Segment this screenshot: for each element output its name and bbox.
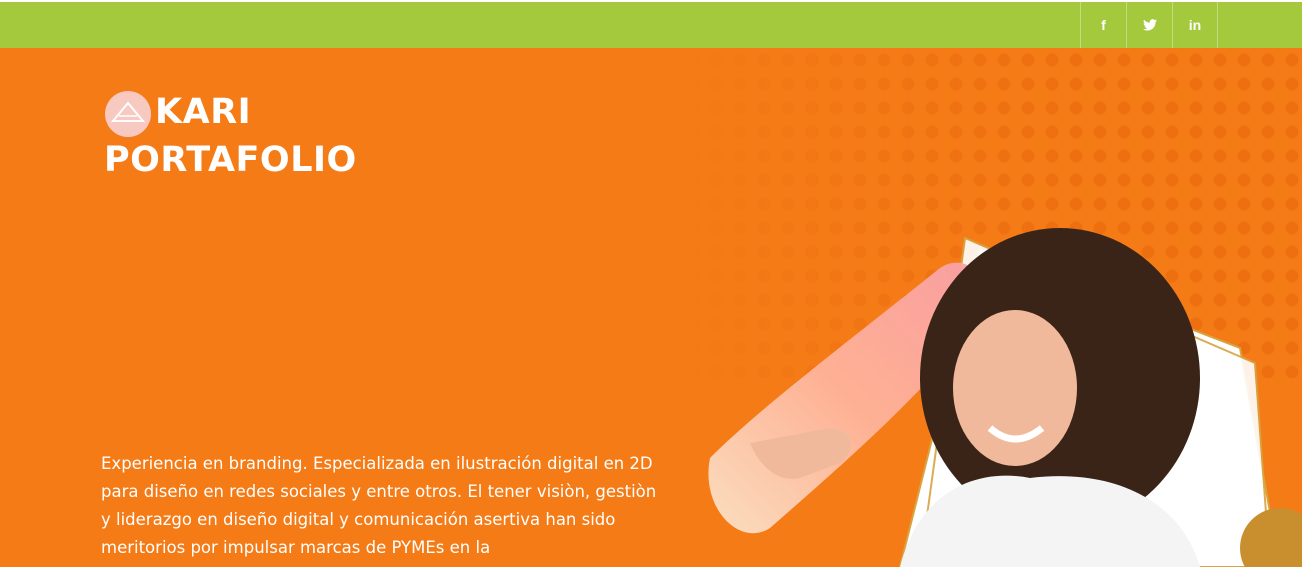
logo-icon xyxy=(105,91,151,137)
linkedin-icon: in xyxy=(1188,17,1202,33)
intro-text: Experiencia en branding. Especializada e… xyxy=(101,454,657,557)
social-links: f in xyxy=(1080,2,1218,48)
brand-line-1: KARI xyxy=(155,92,252,132)
portrait-image xyxy=(708,228,1302,567)
top-bar: f in xyxy=(0,0,1302,48)
facebook-icon: f xyxy=(1101,17,1106,33)
hero-section: KARI PORTAFOLIO Experiencia en branding.… xyxy=(0,48,1302,567)
linkedin-link[interactable]: in xyxy=(1172,2,1218,48)
twitter-link[interactable] xyxy=(1126,2,1172,48)
facebook-link[interactable]: f xyxy=(1080,2,1126,48)
brand-line-2: PORTAFOLIO xyxy=(104,140,357,180)
twitter-icon xyxy=(1142,19,1157,31)
